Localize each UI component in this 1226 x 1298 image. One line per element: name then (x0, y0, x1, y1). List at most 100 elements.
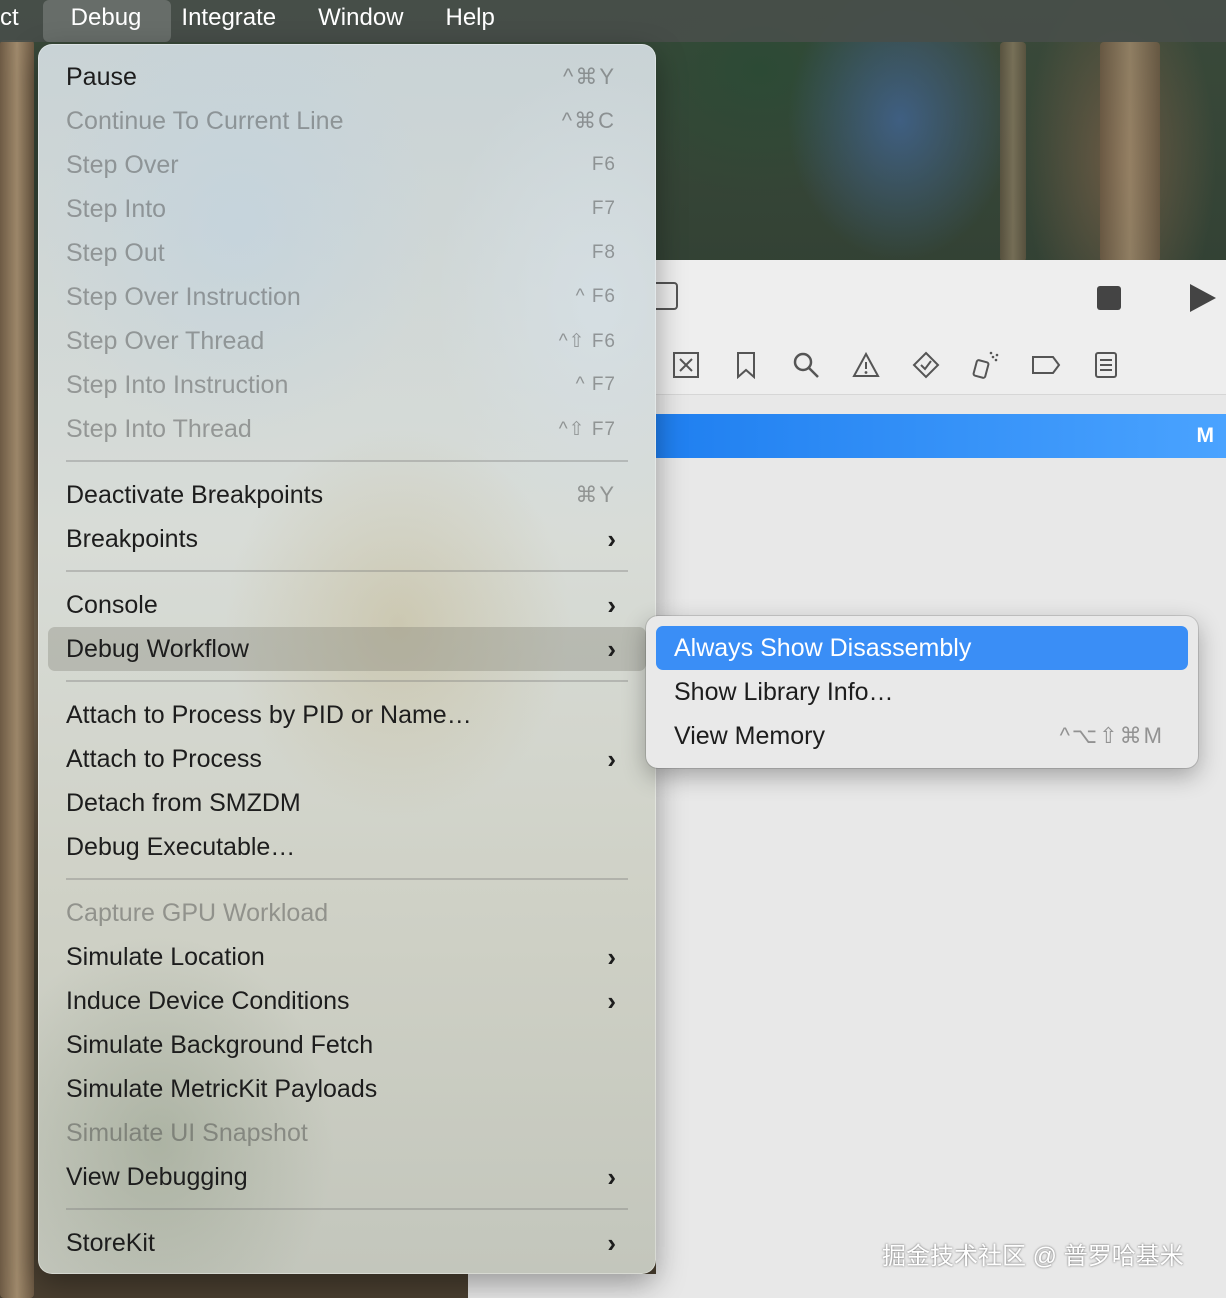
menu-item-label: Step Over Thread (66, 326, 265, 355)
chevron-right-icon: › (607, 743, 616, 774)
menubar-item-window[interactable]: Window (297, 0, 424, 42)
menu-item-label: Attach to Process (66, 744, 262, 773)
menu-item-shortcut: ^ F6 (575, 286, 616, 307)
chevron-right-icon: › (607, 523, 616, 554)
chevron-right-icon: › (607, 985, 616, 1016)
menu-item-debug-workflow[interactable]: Debug Workflow › (48, 627, 646, 671)
menubar-item-help[interactable]: Help (425, 0, 516, 42)
menu-item-label: Deactivate Breakpoints (66, 480, 324, 509)
submenu-item-show-library-info[interactable]: Show Library Info… (656, 670, 1188, 714)
menu-item-label: Simulate MetricKit Payloads (66, 1074, 378, 1103)
watermark: 掘金技术社区 @ 普罗哈基米 (882, 1243, 1184, 1270)
menu-item-console[interactable]: Console › (48, 583, 646, 627)
menu-bar: ct Debug Integrate Window Help (0, 0, 1226, 42)
submenu-item-label: View Memory (674, 721, 825, 750)
submenu-item-shortcut: ^⌥⇧⌘M (1059, 723, 1164, 748)
menu-item-shortcut: F6 (591, 154, 616, 175)
menu-item-capture-gpu-workload[interactable]: Capture GPU Workload (48, 891, 646, 935)
menu-item-attach-by-pid[interactable]: Attach to Process by PID or Name… (48, 693, 646, 737)
warning-icon[interactable] (836, 336, 896, 394)
menu-item-shortcut: F7 (591, 198, 616, 219)
run-icon[interactable] (1188, 282, 1218, 314)
menu-item-breakpoints[interactable]: Breakpoints › (48, 517, 646, 561)
menu-separator (66, 570, 628, 572)
menu-item-step-out[interactable]: Step Out F8 (48, 231, 646, 275)
menu-item-storekit[interactable]: StoreKit › (48, 1221, 646, 1265)
report-icon[interactable] (1076, 336, 1136, 394)
menu-item-label: Induce Device Conditions (66, 986, 350, 1015)
menu-item-simulate-location[interactable]: Simulate Location › (48, 935, 646, 979)
menu-item-pause[interactable]: Pause ^⌘Y (48, 55, 646, 99)
menubar-item-product[interactable]: ct (0, 0, 33, 42)
menu-item-label: Step Over (66, 150, 179, 179)
test-diamond-icon[interactable] (896, 336, 956, 394)
menu-item-shortcut: ⌘Y (575, 482, 616, 507)
menu-item-label: Step Into (66, 194, 167, 223)
menu-item-label: Continue To Current Line (66, 106, 344, 135)
menu-item-continue-to-current-line[interactable]: Continue To Current Line ^⌘C (48, 99, 646, 143)
menu-item-label: Step Over Instruction (66, 282, 301, 311)
tree-trunk (1000, 42, 1026, 262)
menu-separator (66, 680, 628, 682)
selected-navigator-row[interactable]: M (656, 414, 1226, 458)
chevron-right-icon: › (607, 633, 616, 664)
menu-item-label: StoreKit (66, 1228, 155, 1257)
menu-item-view-debugging[interactable]: View Debugging › (48, 1155, 646, 1199)
menu-item-label: Detach from SMZDM (66, 788, 301, 817)
menu-separator (66, 878, 628, 880)
menu-item-label: Capture GPU Workload (66, 898, 329, 927)
menu-item-simulate-metrickit-payloads[interactable]: Simulate MetricKit Payloads (48, 1067, 646, 1111)
debug-workflow-submenu: Always Show Disassembly Show Library Inf… (646, 616, 1198, 768)
chevron-right-icon: › (607, 589, 616, 620)
menu-item-label: Console (66, 590, 158, 619)
selected-row-badge: M (1196, 424, 1215, 447)
submenu-item-view-memory[interactable]: View Memory ^⌥⇧⌘M (656, 714, 1188, 758)
menu-item-label: Simulate Location (66, 942, 265, 971)
menu-item-shortcut: ^⌘C (561, 108, 616, 133)
debug-menu: Pause ^⌘Y Continue To Current Line ^⌘C S… (38, 44, 656, 1274)
menu-item-shortcut: ^⇧ F7 (558, 418, 616, 440)
menu-item-attach-to-process[interactable]: Attach to Process › (48, 737, 646, 781)
search-icon[interactable] (776, 336, 836, 394)
tree-trunk (0, 40, 34, 1298)
menu-item-step-into[interactable]: Step Into F7 (48, 187, 646, 231)
menu-item-shortcut: ^ F7 (575, 374, 616, 395)
stop-icon[interactable] (1097, 286, 1121, 310)
menu-item-label: Pause (66, 62, 137, 91)
menu-item-detach[interactable]: Detach from SMZDM (48, 781, 646, 825)
debug-spray-icon[interactable] (956, 336, 1016, 394)
submenu-item-always-show-disassembly[interactable]: Always Show Disassembly (656, 626, 1188, 670)
menubar-item-debug[interactable]: Debug (42, 0, 172, 42)
bookmark-icon[interactable] (716, 336, 776, 394)
menu-item-step-over[interactable]: Step Over F6 (48, 143, 646, 187)
menu-item-step-over-thread[interactable]: Step Over Thread ^⇧ F6 (48, 319, 646, 363)
menu-item-induce-device-conditions[interactable]: Induce Device Conditions › (48, 979, 646, 1023)
menu-item-label: Attach to Process by PID or Name… (66, 700, 472, 729)
breakpoint-icon[interactable] (1016, 336, 1076, 394)
window-strip (468, 1274, 656, 1298)
menu-item-step-into-thread[interactable]: Step Into Thread ^⇧ F7 (48, 407, 646, 451)
submenu-item-label: Always Show Disassembly (674, 633, 972, 662)
menu-item-label: View Debugging (66, 1162, 248, 1191)
menu-item-label: Step Into Thread (66, 414, 252, 443)
menu-item-step-into-instruction[interactable]: Step Into Instruction ^ F7 (48, 363, 646, 407)
menubar-item-integrate[interactable]: Integrate (171, 0, 297, 42)
menu-item-shortcut: F8 (591, 242, 616, 263)
menu-item-label: Debug Executable… (66, 832, 296, 861)
project-navigator-icon[interactable] (656, 336, 716, 394)
navigator-bar (656, 336, 1226, 395)
menu-item-debug-executable[interactable]: Debug Executable… (48, 825, 646, 869)
menu-item-deactivate-breakpoints[interactable]: Deactivate Breakpoints ⌘Y (48, 473, 646, 517)
menu-item-label: Step Into Instruction (66, 370, 289, 399)
menu-item-label: Step Out (66, 238, 165, 267)
menu-item-label: Simulate Background Fetch (66, 1030, 374, 1059)
menu-item-simulate-background-fetch[interactable]: Simulate Background Fetch (48, 1023, 646, 1067)
submenu-item-label: Show Library Info… (674, 677, 894, 706)
menu-item-simulate-ui-snapshot[interactable]: Simulate UI Snapshot (48, 1111, 646, 1155)
menu-item-label: Simulate UI Snapshot (66, 1118, 308, 1147)
menu-item-step-over-instruction[interactable]: Step Over Instruction ^ F6 (48, 275, 646, 319)
menu-item-shortcut: ^⇧ F6 (558, 330, 616, 352)
xcode-window: M (650, 260, 1226, 1298)
menu-item-label: Breakpoints (66, 524, 199, 553)
menu-item-label: Debug Workflow (66, 634, 249, 663)
